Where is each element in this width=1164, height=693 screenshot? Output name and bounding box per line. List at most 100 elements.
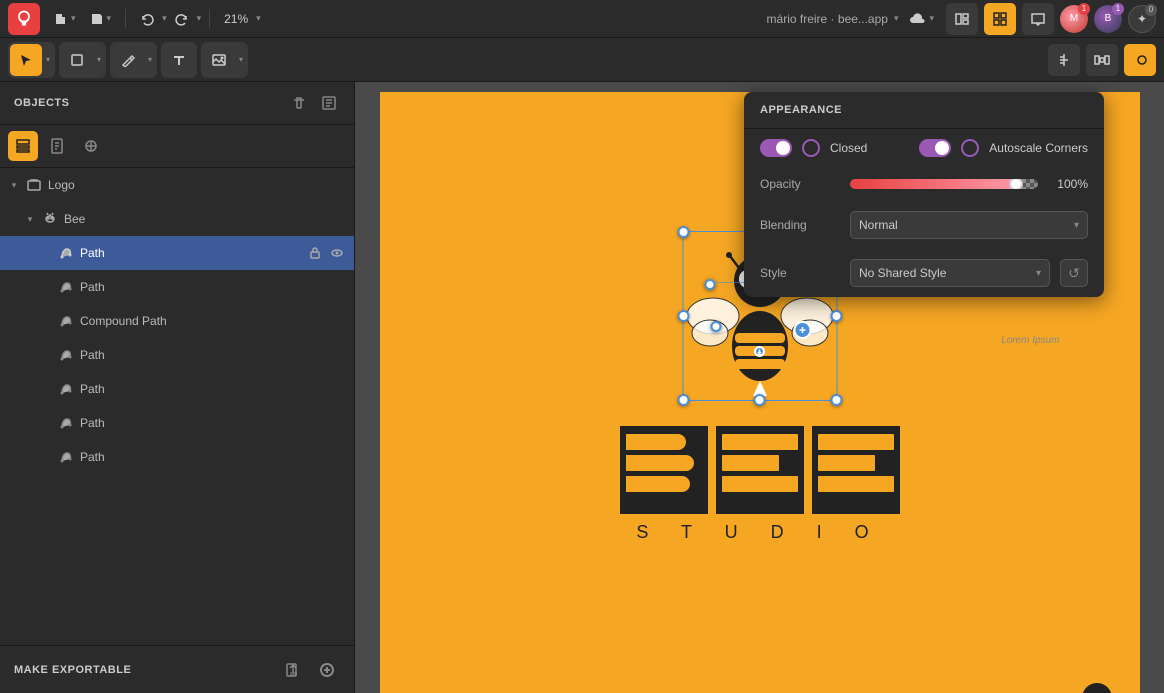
avatar-user2[interactable]: B 1 — [1094, 5, 1122, 33]
objects-panel-title: OBJECTS — [14, 97, 288, 109]
symbols-tab[interactable] — [76, 131, 106, 161]
tree-icon-path5 — [58, 415, 74, 431]
pen-tool-arrow[interactable]: ▾ — [145, 44, 155, 76]
appearance-title: APPEARANCE — [760, 104, 842, 116]
tree-label-path3: Path — [80, 348, 346, 362]
tree-label-path2: Path — [80, 280, 346, 294]
zoom-group: 21% ▾ — [218, 12, 261, 26]
lock-btn-path1[interactable] — [306, 244, 324, 262]
pages-tab[interactable] — [42, 131, 72, 161]
avatar-star[interactable]: ✦ 0 — [1128, 5, 1156, 33]
blending-row: Blending Normal ▾ — [744, 201, 1104, 249]
tree-label-path1: Path — [80, 246, 300, 260]
shape-tool-arrow[interactable]: ▾ — [94, 44, 104, 76]
style-row: Style No Shared Style ▾ ↺ — [744, 249, 1104, 297]
undo-btn[interactable] — [134, 6, 160, 32]
user-chevron: ▾ — [894, 13, 899, 24]
tree-icon-logo — [26, 177, 42, 193]
autoscale-toggle[interactable] — [919, 139, 951, 157]
main-area: OBJECTS — [0, 82, 1164, 693]
add-layer-group-btn[interactable] — [318, 92, 340, 114]
opacity-slider[interactable] — [850, 179, 1038, 189]
tree-item-bee[interactable]: ▾ Bee — [0, 202, 354, 236]
tree-icon-path4 — [58, 381, 74, 397]
app-logo — [8, 3, 40, 35]
tree-label-compound: Compound Path — [80, 314, 346, 328]
tree-arrow-logo: ▾ — [8, 179, 20, 191]
redo-btn[interactable] — [169, 6, 195, 32]
image-tool-group: ▾ — [201, 42, 248, 78]
bee-text-logo: S T U D I O — [620, 426, 900, 543]
tree-label-path6: Path — [80, 450, 346, 464]
second-toolbar-right — [1048, 44, 1156, 76]
appearance-header: APPEARANCE — [744, 92, 1104, 129]
layers-tab[interactable] — [8, 131, 38, 161]
boolean-tool-btn[interactable] — [1124, 44, 1156, 76]
separator-2 — [209, 9, 210, 29]
tree-item-path5[interactable]: ▸ Path — [0, 406, 354, 440]
text-tool-group — [161, 42, 197, 78]
inspector-toggle-btn[interactable] — [946, 3, 978, 35]
tree-item-path2[interactable]: ▸ Path — [0, 270, 354, 304]
tree-icon-compound — [58, 313, 74, 329]
appearance-panel: APPEARANCE Closed Autoscale Corners Opac… — [744, 92, 1104, 297]
avatar-user1[interactable]: M 1 — [1060, 5, 1088, 33]
style-label: Style — [760, 266, 840, 280]
style-dropdown[interactable]: No Shared Style ▾ — [850, 259, 1050, 287]
tree-icon-path6 — [58, 449, 74, 465]
text-tool-btn[interactable] — [163, 44, 195, 76]
logotipo-watermark: B LOGOTIPO — [1075, 683, 1120, 693]
eye-btn-path1[interactable] — [328, 244, 346, 262]
align-tool-btn[interactable] — [1048, 44, 1080, 76]
shape-tool-btn[interactable] — [61, 44, 93, 76]
blending-chevron: ▾ — [1074, 220, 1079, 231]
save-btn[interactable]: ▾ — [84, 6, 118, 32]
tree-item-path4[interactable]: ▸ Path — [0, 372, 354, 406]
tree-item-path6[interactable]: ▸ Path — [0, 440, 354, 474]
pen-tool-group: ▾ — [110, 42, 157, 78]
panel-footer: MAKE EXPORTABLE — [0, 645, 354, 693]
presentation-btn[interactable] — [1022, 3, 1054, 35]
undo-redo-group: ▾ ▾ — [134, 6, 201, 32]
make-exportable-label: MAKE EXPORTABLE — [14, 664, 272, 676]
layer-tabs — [0, 125, 354, 168]
distribute-tool-btn[interactable] — [1086, 44, 1118, 76]
objects-panel-header: OBJECTS — [0, 82, 354, 125]
closed-label: Closed — [830, 141, 893, 155]
closed-toggle[interactable] — [760, 139, 792, 157]
opacity-label: Opacity — [760, 177, 840, 191]
tree-item-path1[interactable]: ▸ Path — [0, 236, 354, 270]
grid-toggle-btn[interactable] — [984, 3, 1016, 35]
tree-item-compound[interactable]: ▸ Compound Path — [0, 304, 354, 338]
export-format-btn[interactable] — [280, 657, 306, 683]
select-tool-arrow[interactable]: ▾ — [43, 44, 53, 76]
add-export-btn[interactable] — [314, 657, 340, 683]
bee-letters — [620, 426, 900, 514]
tree-label-bee: Bee — [64, 212, 346, 226]
cloud-btn[interactable]: ▾ — [904, 6, 940, 32]
closed-row: Closed Autoscale Corners — [744, 129, 1104, 167]
tools-toolbar: ▾ ▾ ▾ ▾ — [0, 38, 1164, 82]
delete-layer-btn[interactable] — [288, 92, 310, 114]
lorem-ipsum: Lorem Ipsum — [1001, 335, 1059, 346]
tree-item-path3[interactable]: ▸ Path — [0, 338, 354, 372]
image-tool-btn[interactable] — [203, 44, 235, 76]
select-tool-group: ▾ — [8, 42, 55, 78]
canvas-area[interactable]: Lorem Ipsum — [355, 82, 1164, 693]
tree-icon-path2 — [58, 279, 74, 295]
pen-tool-btn[interactable] — [112, 44, 144, 76]
tree-item-logo[interactable]: ▾ Logo — [0, 168, 354, 202]
image-tool-arrow[interactable]: ▾ — [236, 44, 246, 76]
blending-dropdown[interactable]: Normal ▾ — [850, 211, 1088, 239]
closed-circle — [802, 139, 820, 157]
tree-label-path4: Path — [80, 382, 346, 396]
style-value: No Shared Style — [859, 266, 946, 280]
tree-label-path5: Path — [80, 416, 346, 430]
select-tool-btn[interactable] — [10, 44, 42, 76]
tree-icon-bee — [42, 211, 58, 227]
style-refresh-btn[interactable]: ↺ — [1060, 259, 1088, 287]
tree-actions-path1 — [306, 244, 346, 262]
separator-1 — [125, 9, 126, 29]
studio-text: S T U D I O — [636, 522, 882, 543]
file-menu-btn[interactable]: ▾ — [48, 6, 82, 32]
